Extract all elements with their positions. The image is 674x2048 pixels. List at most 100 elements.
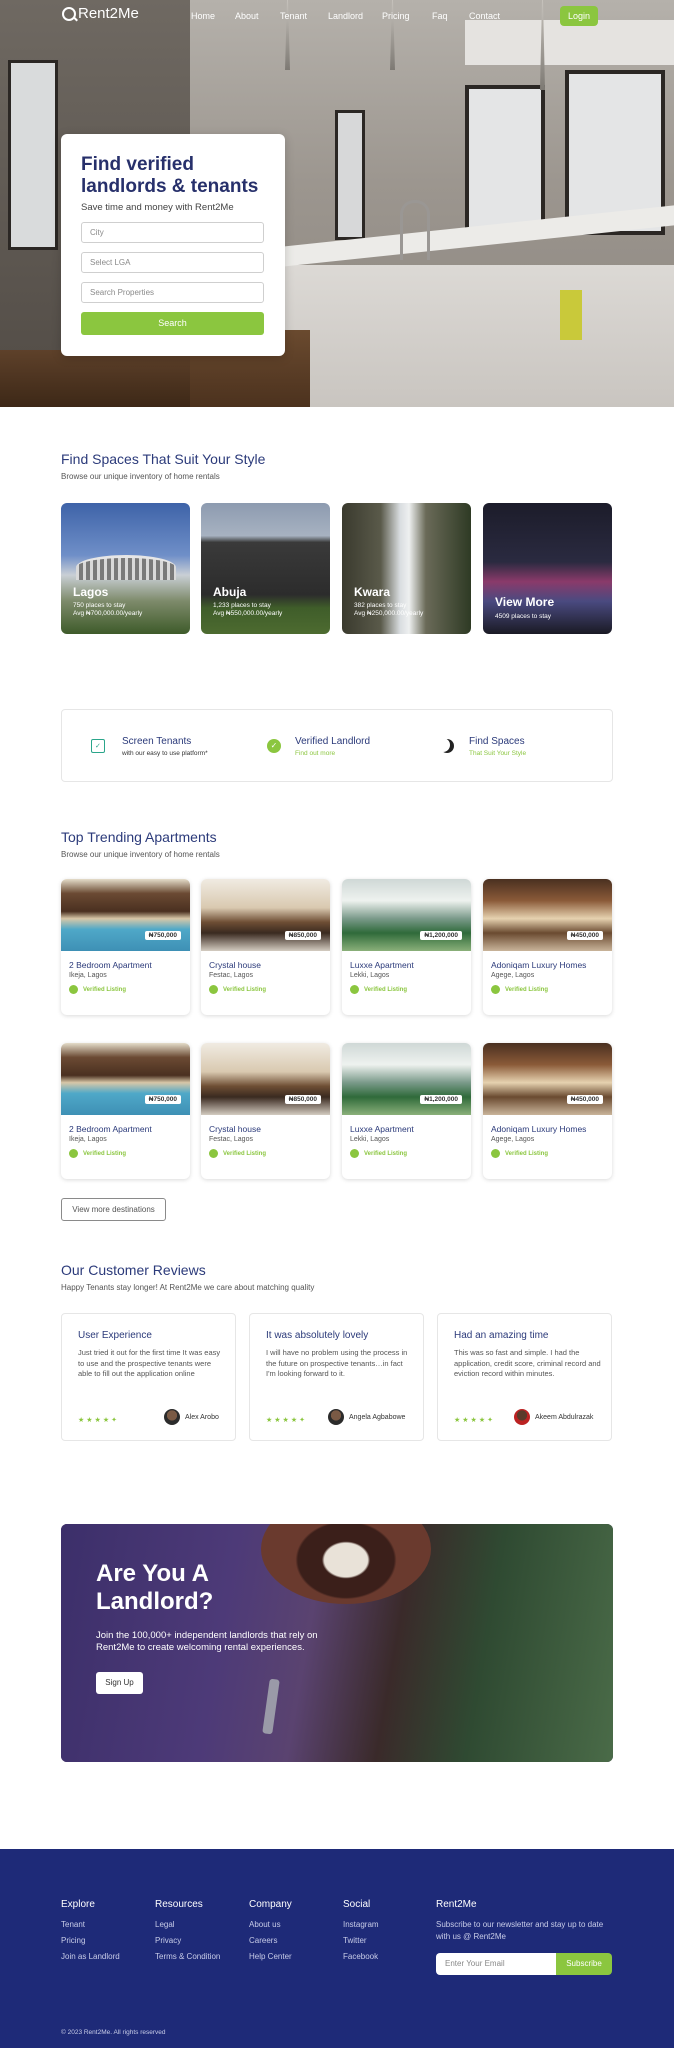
city-card-lagos[interactable]: Lagos 750 places to stay Avg ₦700,000.00…: [61, 503, 190, 634]
apartment-name[interactable]: Luxxe Apartment: [350, 1124, 414, 1134]
apartment-image: [201, 1043, 330, 1115]
search-button[interactable]: Search: [81, 312, 264, 335]
search-properties-input[interactable]: Search Properties: [81, 282, 264, 303]
apartment-card[interactable]: ₦750,000 2 Bedroom Apartment Ikeja, Lagos V…: [61, 1043, 190, 1179]
sign-up-button[interactable]: Sign Up: [96, 1672, 143, 1694]
apartment-name[interactable]: Adoniqam Luxury Homes: [491, 960, 586, 970]
city-card-abuja[interactable]: Abuja 1,233 places to stay Avg ₦550,000.…: [201, 503, 330, 634]
apartment-image: [342, 1043, 471, 1115]
hero-image-window: [8, 60, 58, 250]
apartment-name[interactable]: Adoniqam Luxury Homes: [491, 1124, 586, 1134]
hero-subtitle: Save time and money with Rent2Me: [81, 202, 234, 213]
footer-link[interactable]: Facebook: [343, 1952, 378, 1961]
check-circle-icon: [491, 985, 500, 994]
footer-link[interactable]: Terms & Condition: [155, 1952, 220, 1961]
apartment-price: ₦450,000: [566, 931, 603, 940]
footer-link[interactable]: Careers: [249, 1936, 277, 1945]
footer-link[interactable]: Privacy: [155, 1936, 181, 1945]
apartment-image: [483, 879, 612, 951]
feature-link[interactable]: Find out more: [295, 750, 335, 757]
footer-link[interactable]: Twitter: [343, 1936, 367, 1945]
apartment-card[interactable]: ₦750,000 2 Bedroom Apartment Ikeja, Lagos V…: [61, 879, 190, 1015]
copyright: © 2023 Rent2Me. All rights reserved: [61, 2029, 166, 2036]
login-button[interactable]: Login: [560, 6, 598, 26]
verified-badge: Verified Listing: [209, 1149, 266, 1158]
nav-link-tenant[interactable]: Tenant: [280, 11, 307, 21]
feature-title: Screen Tenants: [122, 736, 192, 747]
footer-link[interactable]: Instagram: [343, 1920, 379, 1929]
city-card-kwara[interactable]: Kwara 382 places to stay Avg ₦250,000.00…: [342, 503, 471, 634]
footer-heading-resources: Resources: [155, 1899, 203, 1910]
apartment-image: [201, 879, 330, 951]
city-name: Lagos: [73, 585, 109, 599]
city-places: 750 places to stay: [73, 602, 126, 609]
nav-link-landlord[interactable]: Landlord: [328, 11, 363, 21]
city-card-view-more[interactable]: View More 4509 places to stay: [483, 503, 612, 634]
reviews-subtitle: Happy Tenants stay longer! At Rent2Me we…: [61, 1283, 315, 1292]
city-field[interactable]: City: [81, 222, 264, 243]
city-average: Avg ₦700,000.00/yearly: [73, 610, 143, 617]
landlord-title: Are You A Landlord?: [96, 1560, 214, 1615]
review-card: Had an amazing time This was so fast and…: [437, 1313, 612, 1441]
review-body: I will have no problem using the process…: [266, 1348, 408, 1378]
apartment-image: [61, 879, 190, 951]
apartment-card[interactable]: ₦1,200,000 Luxxe Apartment Lekki, Lagos Ver…: [342, 879, 471, 1015]
footer-link[interactable]: About us: [249, 1920, 281, 1929]
landlord-body: Join the 100,000+ independent landlords …: [96, 1630, 318, 1653]
footer-heading-company: Company: [249, 1899, 292, 1910]
subscribe-button[interactable]: Subscribe: [556, 1953, 612, 1975]
apartment-location: Festac, Lagos: [209, 1136, 253, 1143]
city-places: 4509 places to stay: [495, 613, 552, 620]
check-circle-icon: [69, 985, 78, 994]
apartment-name[interactable]: Crystal house: [209, 1124, 261, 1134]
footer-link[interactable]: Join as Landlord: [61, 1952, 120, 1961]
apartment-name[interactable]: 2 Bedroom Apartment: [69, 960, 152, 970]
view-more-destinations-button[interactable]: View more destinations: [61, 1198, 166, 1221]
apartment-card[interactable]: ₦850,000 Crystal house Festac, Lagos Verifi…: [201, 879, 330, 1015]
landlord-banner: Are You A Landlord? Join the 100,000+ in…: [61, 1524, 613, 1762]
footer: Explore Tenant Pricing Join as Landlord …: [0, 1849, 674, 2048]
nav-link-contact[interactable]: Contact: [469, 11, 500, 21]
trending-subtitle: Browse our unique inventory of home rent…: [61, 850, 220, 859]
footer-link[interactable]: Tenant: [61, 1920, 85, 1929]
avatar: [164, 1409, 180, 1425]
footer-brand: Rent2Me: [436, 1899, 477, 1910]
apartment-card[interactable]: ₦450,000 Adoniqam Luxury Homes Agege, Lago…: [483, 879, 612, 1015]
verified-label: Verified Listing: [223, 986, 267, 993]
nav-link-faq[interactable]: Faq: [432, 11, 448, 21]
apartment-name[interactable]: Luxxe Apartment: [350, 960, 414, 970]
spaces-title: Find Spaces That Suit Your Style: [61, 451, 266, 467]
footer-link[interactable]: Help Center: [249, 1952, 292, 1961]
apartment-location: Agege, Lagos: [491, 1136, 535, 1143]
footer-link[interactable]: Legal: [155, 1920, 175, 1929]
apartment-card[interactable]: ₦850,000 Crystal house Festac, Lagos Verifi…: [201, 1043, 330, 1179]
feature-link[interactable]: That Suit Your Style: [469, 750, 526, 757]
review-body: This was so fast and simple. I had the a…: [454, 1348, 601, 1378]
verified-badge: Verified Listing: [69, 985, 126, 994]
logo[interactable]: Rent2Me: [62, 5, 139, 22]
lga-select[interactable]: Select LGA: [81, 252, 264, 273]
footer-link[interactable]: Pricing: [61, 1936, 85, 1945]
city-average: Avg ₦250,000.00/yearly: [354, 610, 424, 617]
avatar: [328, 1409, 344, 1425]
apartment-name[interactable]: 2 Bedroom Apartment: [69, 1124, 152, 1134]
nav-link-pricing[interactable]: Pricing: [382, 11, 410, 21]
apartment-card[interactable]: ₦450,000 Adoniqam Luxury Homes Agege, Lago…: [483, 1043, 612, 1179]
nav-link-about[interactable]: About: [235, 11, 259, 21]
logo-text: Rent2Me: [78, 5, 139, 22]
trending-title: Top Trending Apartments: [61, 829, 217, 845]
reviews-title: Our Customer Reviews: [61, 1262, 206, 1278]
nav-link-home[interactable]: Home: [191, 11, 215, 21]
newsletter-email-input[interactable]: Enter Your Email: [436, 1953, 556, 1975]
hero-image-window: [335, 110, 365, 240]
apartment-card[interactable]: ₦1,200,000 Luxxe Apartment Lekki, Lagos Ver…: [342, 1043, 471, 1179]
review-card: User Experience Just tried it out for th…: [61, 1313, 236, 1441]
hero-image-floor: [0, 350, 190, 407]
apartment-name[interactable]: Crystal house: [209, 960, 261, 970]
review-stars: ★★★★✦: [266, 1417, 307, 1424]
top-nav: Rent2Me Home About Tenant Landlord Prici…: [0, 0, 674, 34]
apartment-price: ₦750,000: [144, 931, 181, 940]
hero-search-card: Find verified landlords & tenants Save t…: [61, 134, 285, 356]
check-circle-icon: [350, 985, 359, 994]
verified-label: Verified Listing: [223, 1150, 267, 1157]
